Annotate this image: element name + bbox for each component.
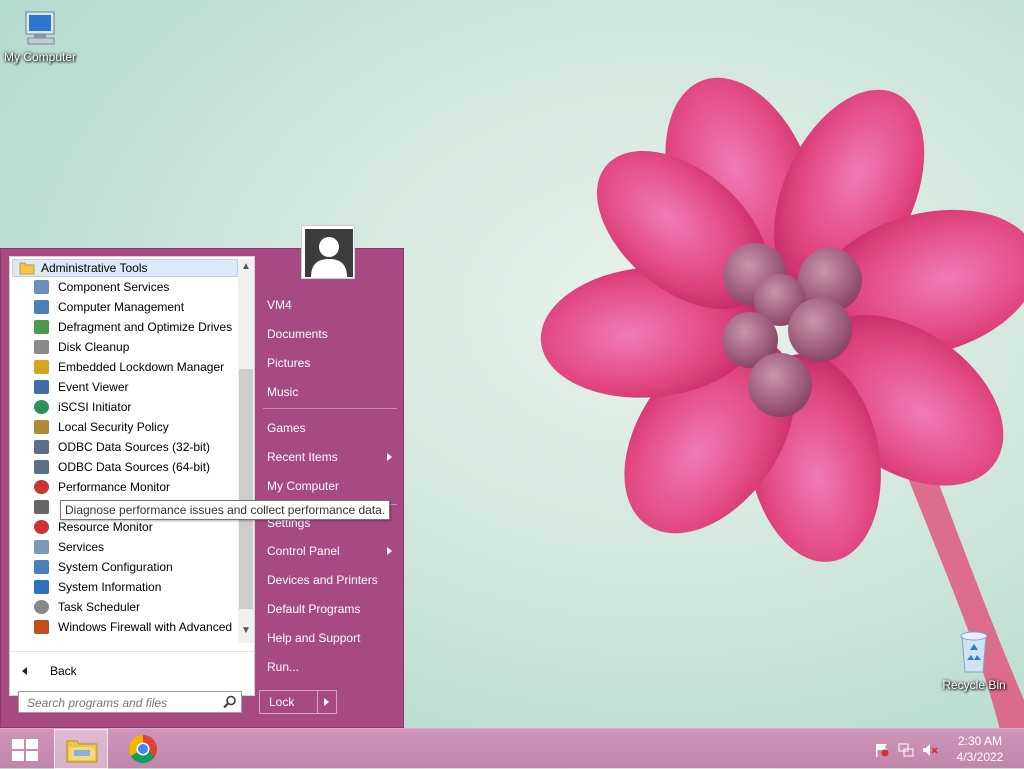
component-services-icon: [34, 280, 49, 294]
submenu-arrow-icon: [387, 453, 392, 461]
right-menu-item[interactable]: VM4: [267, 295, 292, 315]
right-menu-item[interactable]: Run...: [267, 657, 299, 677]
start-button[interactable]: [0, 729, 50, 769]
program-label: Resource Monitor: [58, 520, 153, 534]
clock-date: 4/3/2022: [956, 750, 1004, 764]
right-menu-item[interactable]: Control Panel: [267, 541, 340, 561]
search-box[interactable]: [18, 691, 242, 713]
search-icon[interactable]: [223, 695, 237, 709]
program-label: Event Viewer: [58, 380, 129, 394]
right-menu-item[interactable]: Help and Support: [267, 628, 360, 648]
programs-scrollbar[interactable]: ▲ ▼: [238, 259, 254, 643]
services-gear-icon: [34, 540, 49, 554]
scroll-down-button[interactable]: ▼: [238, 623, 254, 639]
clock-icon: [34, 600, 49, 614]
submenu-arrow-icon: [387, 547, 392, 555]
chrome-icon: [129, 735, 157, 763]
print-management-icon: [34, 500, 49, 514]
folder-label: Administrative Tools: [41, 261, 148, 275]
performance-monitor-icon: [34, 480, 49, 494]
windows-logo-icon: [12, 739, 38, 761]
right-menu-item[interactable]: Music: [267, 382, 298, 402]
menu-separator: [263, 408, 397, 409]
folder-icon: [19, 262, 35, 275]
computer-icon: [25, 11, 55, 45]
desktop-icon-label: Recycle Bin: [942, 678, 1006, 692]
volume-muted-icon[interactable]: [922, 743, 938, 757]
lock-options-arrow-icon[interactable]: [324, 698, 329, 706]
back-label: Back: [50, 664, 77, 678]
back-button[interactable]: Back: [10, 661, 254, 683]
system-information-icon: [34, 580, 49, 594]
clock-time: 2:30 AM: [957, 734, 1003, 748]
firewall-icon: [34, 620, 49, 634]
defragment-icon: [34, 320, 49, 334]
action-center-flag-icon[interactable]: [874, 743, 890, 757]
odbc-icon: [34, 440, 49, 454]
programs-pane: Administrative Tools Component Services C…: [9, 256, 255, 713]
lock-button[interactable]: Lock: [259, 690, 337, 714]
program-label: Task Scheduler: [58, 600, 141, 614]
scroll-up-button[interactable]: ▲: [238, 259, 254, 275]
program-label: ODBC Data Sources (64-bit): [58, 460, 211, 474]
right-menu-item[interactable]: Default Programs: [267, 599, 360, 619]
program-label: Windows Firewall with Advanced: [58, 620, 233, 634]
program-label: Defragment and Optimize Drives: [58, 320, 233, 334]
right-menu-item[interactable]: Recent Items: [267, 447, 338, 467]
right-menu-item[interactable]: Pictures: [267, 353, 310, 373]
lock-label: Lock: [269, 695, 295, 709]
globe-icon: [34, 400, 49, 414]
taskbar-chrome[interactable]: [118, 729, 170, 769]
taskbar-file-explorer[interactable]: [54, 729, 108, 769]
folder-icon: [66, 740, 98, 763]
program-label: System Information: [58, 580, 162, 594]
scroll-thumb[interactable]: [239, 369, 253, 609]
program-label: Embedded Lockdown Manager: [58, 360, 225, 374]
clock[interactable]: 2:30 AM 4/3/2022: [948, 733, 1012, 765]
security-policy-icon: [34, 420, 49, 434]
right-menu-item[interactable]: Devices and Printers: [267, 570, 378, 590]
network-icon[interactable]: [898, 743, 914, 757]
program-label: Computer Management: [58, 300, 185, 314]
program-label: Component Services: [58, 280, 170, 294]
program-label: Local Security Policy: [58, 420, 169, 434]
recycle-bin-icon: [960, 631, 988, 673]
program-label: System Configuration: [58, 560, 173, 574]
user-avatar[interactable]: [301, 225, 355, 279]
admin-tools-folder[interactable]: Administrative Tools: [12, 259, 238, 277]
desktop-icon-recycle-bin[interactable]: Recycle Bin: [934, 628, 1014, 692]
right-menu-item[interactable]: Games: [267, 418, 306, 438]
right-menu-item[interactable]: My Computer: [267, 476, 339, 496]
event-viewer-icon: [34, 380, 49, 394]
desktop-icon-my-computer[interactable]: My Computer: [0, 8, 80, 64]
program-label: ODBC Data Sources (32-bit): [58, 440, 211, 454]
search-input[interactable]: [25, 693, 219, 713]
tooltip: Diagnose performance issues and collect …: [60, 500, 391, 520]
resource-monitor-icon: [34, 520, 49, 534]
system-configuration-icon: [34, 560, 49, 574]
desktop-icon-label: My Computer: [3, 50, 77, 64]
program-label: Disk Cleanup: [58, 340, 130, 354]
computer-management-icon: [34, 300, 49, 314]
start-menu: Administrative Tools Component Services C…: [0, 225, 404, 728]
lock-icon: [34, 360, 49, 374]
program-label: Performance Monitor: [58, 480, 171, 494]
taskbar: 2:30 AM 4/3/2022: [0, 728, 1024, 769]
user-icon: [311, 237, 347, 277]
disk-cleanup-icon: [34, 340, 49, 354]
program-label: iSCSI Initiator: [58, 400, 132, 414]
odbc-icon: [34, 460, 49, 474]
right-menu-item[interactable]: Documents: [267, 324, 328, 344]
back-arrow-icon: [22, 667, 27, 675]
program-label: Services: [58, 540, 105, 554]
